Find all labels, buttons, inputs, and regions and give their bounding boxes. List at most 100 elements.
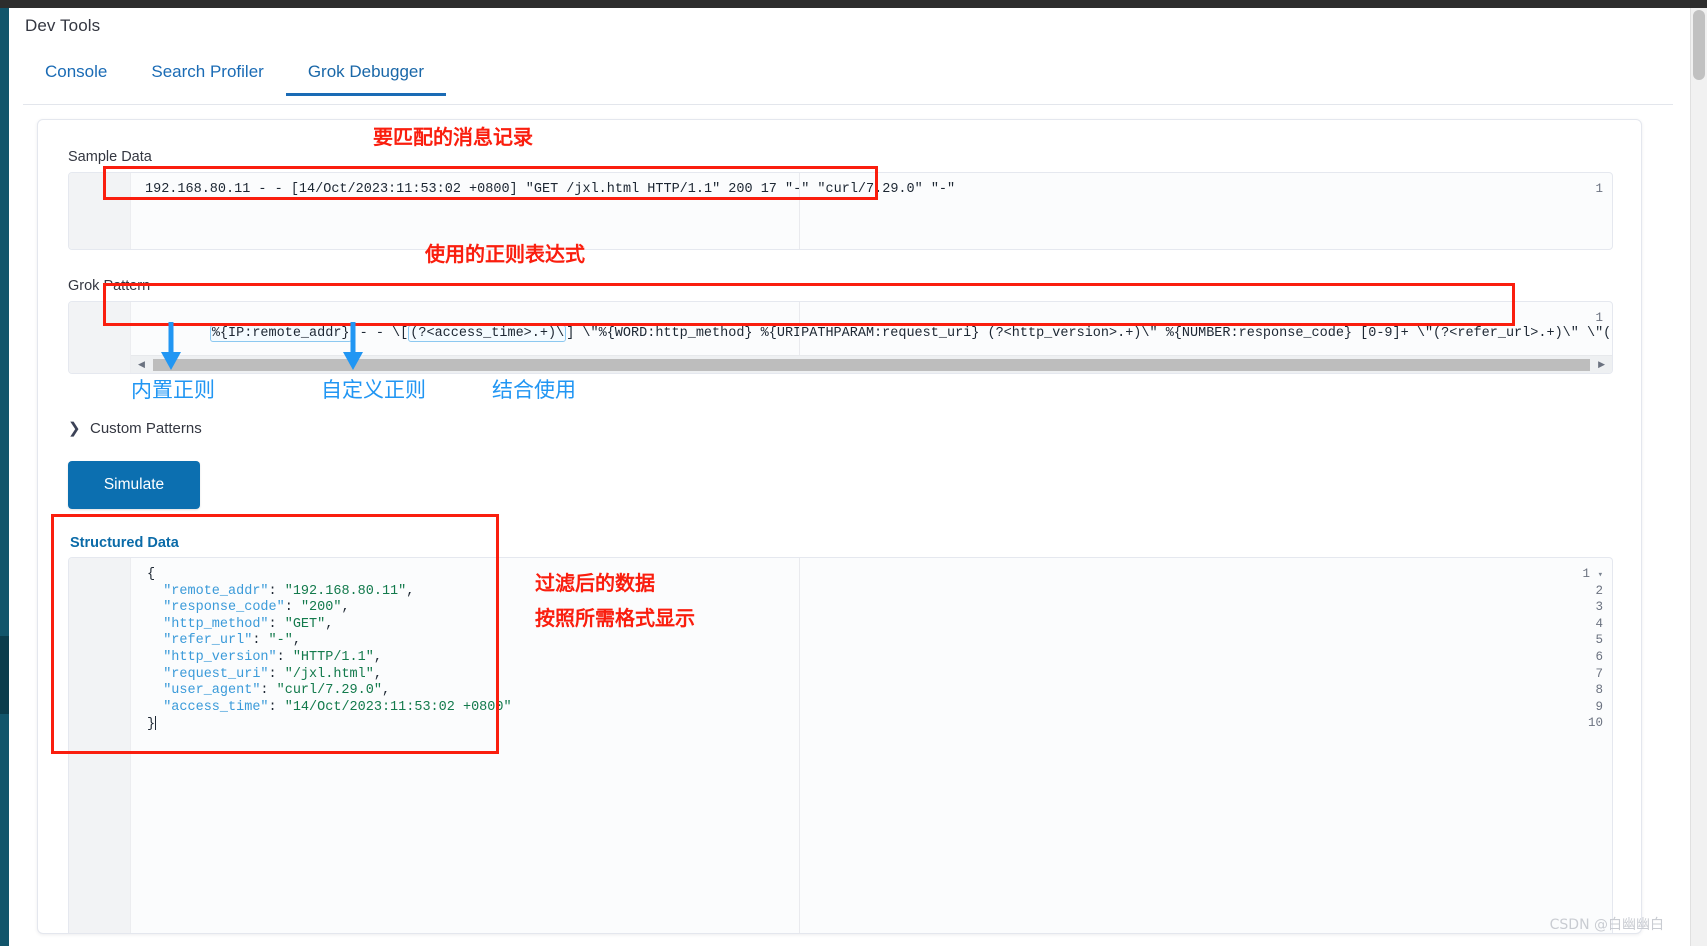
json-line-number: 9 — [1595, 699, 1603, 714]
page-vertical-scrollbar[interactable]: ▲ — [1690, 8, 1707, 946]
json-token-str: "GET" — [284, 616, 326, 632]
json-line-number: 6 — [1595, 650, 1603, 664]
fold-arrow-icon[interactable]: ▾ — [1598, 570, 1603, 580]
sample-data-line-number: 1 — [1595, 182, 1603, 196]
grok-token-builtin-ip: %{IP:remote_addr} — [209, 325, 352, 342]
json-line-number-text: 1 — [1582, 567, 1591, 581]
json-token-punct: : — [268, 699, 285, 715]
grok-token-plain-2: ] \"%{WORD:http_method} %{URIPATHPARAM:r… — [566, 326, 1613, 341]
left-edge-bar-highlight — [0, 636, 9, 714]
annotation-output-note-line1: 过滤后的数据 — [535, 571, 655, 595]
window-titlebar — [0, 0, 1707, 8]
watermark: CSDN @白幽幽白 — [1549, 917, 1664, 933]
json-line[interactable]: "access_time": "14/Oct/2023:11:53:02 +08… — [147, 699, 512, 715]
sample-data-label: Sample Data — [68, 149, 152, 165]
annotation-output-note-line2: 按照所需格式显示 — [535, 606, 695, 630]
json-token-str: "/jxl.html" — [284, 666, 374, 682]
structured-data-label: Structured Data — [70, 535, 179, 551]
tab-search-profiler[interactable]: Search Profiler — [129, 52, 285, 96]
json-token-punct: : — [260, 683, 277, 699]
json-token-punct: , — [373, 650, 382, 665]
grok-debugger-panel: Sample Data 1 192.168.80.11 - - [14/Oct/… — [37, 119, 1642, 934]
annotation-custom-regex-note: 自定义正则 — [321, 378, 426, 402]
json-line-number: 4 — [1595, 616, 1603, 631]
chevron-right-icon: ❯ — [68, 420, 81, 437]
json-token-punct: : — [252, 633, 269, 649]
sample-data-value[interactable]: 192.168.80.11 - - [14/Oct/2023:11:53:02 … — [145, 182, 955, 197]
annotation-arrow-builtin — [161, 322, 181, 370]
custom-patterns-label: Custom Patterns — [90, 420, 202, 437]
json-token-punct: : — [284, 600, 301, 616]
json-line-number: 7 — [1595, 666, 1603, 681]
json-line[interactable]: "response_code": "200", — [147, 600, 350, 616]
left-edge-bar — [0, 8, 9, 946]
sample-data-gutter — [69, 173, 131, 249]
scroll-right-icon[interactable]: ▶ — [1598, 359, 1605, 370]
tab-grok-debugger[interactable]: Grok Debugger — [285, 52, 447, 96]
page-title: Dev Tools — [25, 16, 101, 35]
json-token-str: "curl/7.29.0" — [276, 683, 382, 699]
grok-pattern-gutter — [69, 302, 131, 373]
json-token-key: "http_version" — [147, 650, 277, 665]
json-line[interactable]: "remote_addr": "192.168.80.11", — [147, 584, 414, 599]
annotation-builtin-regex-note: 内置正则 — [131, 378, 215, 402]
json-line[interactable]: { — [147, 567, 155, 582]
json-token-str: "HTTP/1.1" — [292, 650, 374, 665]
json-line-number: 3 — [1595, 600, 1603, 615]
json-line-number: 5 — [1595, 633, 1603, 648]
grok-pattern-editor[interactable]: 1 %{IP:remote_addr} - - \[(?<access_time… — [68, 301, 1613, 374]
annotation-arrow-custom — [343, 322, 363, 370]
json-token-key: "request_uri" — [147, 666, 269, 682]
json-token-punct: , — [381, 683, 391, 699]
tab-console[interactable]: Console — [23, 52, 129, 96]
json-token-key: "access_time" — [147, 699, 269, 715]
editor-print-margin — [799, 173, 800, 249]
json-token-punct: , — [373, 666, 382, 682]
annotation-grok-pattern-note: 使用的正则表达式 — [425, 242, 585, 266]
json-token-punct: , — [292, 633, 301, 649]
tab-bar: Console Search Profiler Grok Debugger — [23, 52, 447, 104]
annotation-combined-note: 结合使用 — [492, 378, 576, 402]
editor-print-margin-3 — [799, 558, 800, 933]
annotation-sample-data-note: 要匹配的消息记录 — [373, 125, 533, 149]
json-token-key: "user_agent" — [147, 683, 261, 699]
json-token-punct: , — [325, 616, 334, 632]
json-token-str: "14/Oct/2023:11:53:02 +0800" — [284, 699, 512, 715]
json-token-str: "-" — [268, 633, 293, 649]
grok-pattern-label: Grok Pattern — [68, 278, 151, 294]
json-token-str: "192.168.80.11" — [284, 583, 407, 599]
json-line[interactable]: "http_version": "HTTP/1.1", — [147, 650, 382, 665]
json-token-punct: : — [268, 666, 285, 682]
sample-data-editor[interactable]: 1 192.168.80.11 - - [14/Oct/2023:11:53:0… — [68, 172, 1613, 250]
json-line-number: 8 — [1595, 683, 1603, 698]
json-token-punct: : — [268, 616, 285, 632]
scrollbar-thumb[interactable] — [1693, 10, 1705, 80]
json-token-key: "remote_addr" — [147, 583, 269, 599]
json-line-number: 2 — [1595, 583, 1603, 598]
scroll-left-icon[interactable]: ◀ — [138, 359, 145, 370]
dev-tools-app: Dev Tools Console Search Profiler Grok D… — [9, 8, 1690, 946]
tab-bar-divider — [23, 104, 1673, 105]
structured-data-editor[interactable]: 1 ▾ 2 3 4 5 6 7 8 9 10 { "remote_addr": "192.168.… — [68, 557, 1613, 933]
json-token-punct: : — [276, 650, 293, 665]
grok-token-custom-access-time: (?<access_time>.+)\ — [408, 325, 567, 342]
json-token-punct: , — [341, 600, 350, 616]
json-token-key: "refer_url" — [147, 633, 253, 649]
json-line[interactable]: "request_uri": "/jxl.html", — [147, 667, 382, 682]
json-token-key: "response_code" — [147, 600, 285, 616]
simulate-button[interactable]: Simulate — [68, 461, 200, 509]
json-token-str: "200" — [300, 600, 342, 616]
json-token-key: "http_method" — [147, 616, 269, 632]
json-token-punct: { — [147, 567, 156, 582]
json-line[interactable]: } — [147, 716, 157, 733]
json-token-punct: } — [147, 717, 156, 733]
structured-data-gutter — [69, 558, 131, 933]
text-caret — [155, 716, 157, 731]
json-line[interactable]: "http_method": "GET", — [147, 617, 333, 632]
json-line-number: 10 — [1587, 716, 1603, 731]
custom-patterns-accordion[interactable]: ❯ Custom Patterns — [68, 420, 202, 437]
json-line[interactable]: "user_agent": "curl/7.29.0", — [147, 683, 390, 698]
json-token-punct: : — [268, 583, 285, 599]
json-line-number: 1 ▾ — [1583, 567, 1603, 581]
json-line[interactable]: "refer_url": "-", — [147, 633, 301, 648]
